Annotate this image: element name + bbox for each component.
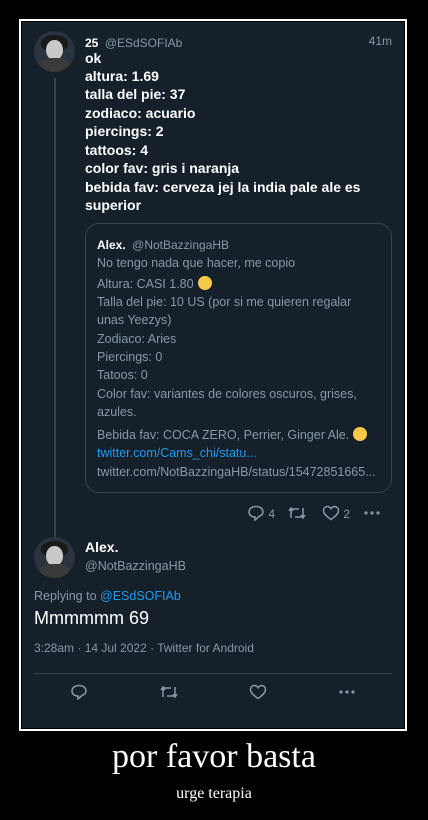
quoted-tweet-header: Alex. @NotBazzingaHB bbox=[97, 236, 229, 254]
quoted-text-line: Color fav: variantes de colores oscuros,… bbox=[97, 387, 357, 401]
user-handle[interactable]: @NotBazzingaHB bbox=[85, 559, 186, 573]
retweet-button[interactable] bbox=[287, 505, 307, 524]
quoted-text-line: Piercings: 0 bbox=[97, 350, 163, 364]
replying-to-handle[interactable]: @ESdSOFIAb bbox=[100, 589, 181, 603]
tweet-text-line: tattoos: 4 bbox=[85, 142, 148, 158]
quoted-text-line: Zodiaco: Aries bbox=[97, 332, 177, 346]
quoted-text-line: unas Yeezys) bbox=[97, 313, 172, 327]
tweet-meta[interactable]: 3:28am · 14 Jul 2022 · Twitter for Andro… bbox=[34, 641, 254, 655]
reply-icon bbox=[247, 505, 265, 521]
display-name[interactable]: 25 bbox=[85, 36, 98, 50]
quoted-display-name: Alex. bbox=[97, 238, 126, 252]
quoted-user-handle: @NotBazzingaHB bbox=[132, 238, 230, 252]
replying-to-label: Replying to bbox=[34, 589, 97, 603]
reply-icon bbox=[70, 684, 88, 700]
more-icon bbox=[338, 684, 356, 700]
avatar[interactable] bbox=[34, 31, 75, 72]
retweet-button[interactable] bbox=[159, 684, 179, 700]
like-count: 2 bbox=[343, 507, 351, 521]
tweet-text-line: ok bbox=[85, 50, 102, 66]
avatar[interactable] bbox=[34, 537, 75, 578]
user-handle[interactable]: @ESdSOFIAb bbox=[105, 36, 183, 50]
heart-icon bbox=[249, 684, 267, 700]
replying-to: Replying to @ESdSOFIAb bbox=[34, 589, 181, 603]
quoted-text-line: Tatoos: 0 bbox=[97, 368, 148, 382]
reply-text: Mmmmmm 69 bbox=[34, 608, 149, 628]
more-icon bbox=[363, 505, 381, 521]
quoted-text: Altura: CASI 1.80 bbox=[97, 277, 194, 291]
quoted-text-line: azules. bbox=[97, 405, 137, 419]
heart-icon bbox=[322, 505, 340, 521]
tweet-text-line: zodiaco: acuario bbox=[85, 105, 196, 121]
like-button[interactable] bbox=[249, 684, 267, 700]
quoted-text-line: Bebida fav: COCA ZERO, Perrier, Ginger A… bbox=[97, 427, 368, 442]
quoted-text-line: Talla del pie: 10 US (por si me quieren … bbox=[97, 295, 352, 309]
reply-button[interactable] bbox=[70, 684, 88, 700]
tweet-text-line: superior bbox=[85, 197, 142, 213]
quoted-text-line: No tengo nada que hacer, me copio bbox=[97, 256, 296, 270]
tweet-text-line: talla del pie: 37 bbox=[85, 86, 186, 102]
quoted-text: Bebida fav: COCA ZERO, Perrier, Ginger A… bbox=[97, 428, 350, 442]
retweet-icon bbox=[159, 684, 179, 700]
retweet-icon bbox=[287, 505, 307, 521]
tweet-text-line: color fav: gris i naranja bbox=[85, 160, 240, 176]
reply-count: 4 bbox=[268, 507, 276, 521]
caption-title: por favor basta bbox=[112, 738, 316, 775]
quoted-text-line: Altura: CASI 1.80 bbox=[97, 276, 212, 291]
smiling-face-icon bbox=[197, 276, 212, 290]
divider bbox=[34, 673, 392, 674]
quoted-url[interactable]: twitter.com/NotBazzingaHB/status/1547285… bbox=[97, 465, 376, 479]
relieved-face-icon bbox=[353, 427, 368, 441]
more-options-button[interactable] bbox=[338, 684, 356, 700]
quoted-link[interactable]: twitter.com/Cams_chi/statu... bbox=[97, 446, 257, 460]
tweet-text-line: piercings: 2 bbox=[85, 123, 164, 139]
tweet-time[interactable]: 41m bbox=[369, 34, 392, 48]
tweet-text-line: bebida fav: cerveza jej la india pale al… bbox=[85, 179, 361, 195]
display-name[interactable]: Alex. bbox=[85, 539, 118, 555]
reply-button[interactable]: 4 bbox=[247, 505, 275, 521]
thread-line bbox=[54, 78, 56, 548]
like-button[interactable]: 2 bbox=[322, 505, 350, 521]
tweet-screenshot: 25 @ESdSOFIAb 41m ok altura: 1.69 talla … bbox=[22, 22, 404, 728]
tweet-text-line: altura: 1.69 bbox=[85, 68, 159, 84]
more-options-button[interactable] bbox=[363, 505, 381, 521]
caption-subtitle: urge terapia bbox=[176, 785, 252, 802]
quoted-tweet[interactable]: Alex. @NotBazzingaHB No tengo nada que h… bbox=[85, 223, 392, 493]
